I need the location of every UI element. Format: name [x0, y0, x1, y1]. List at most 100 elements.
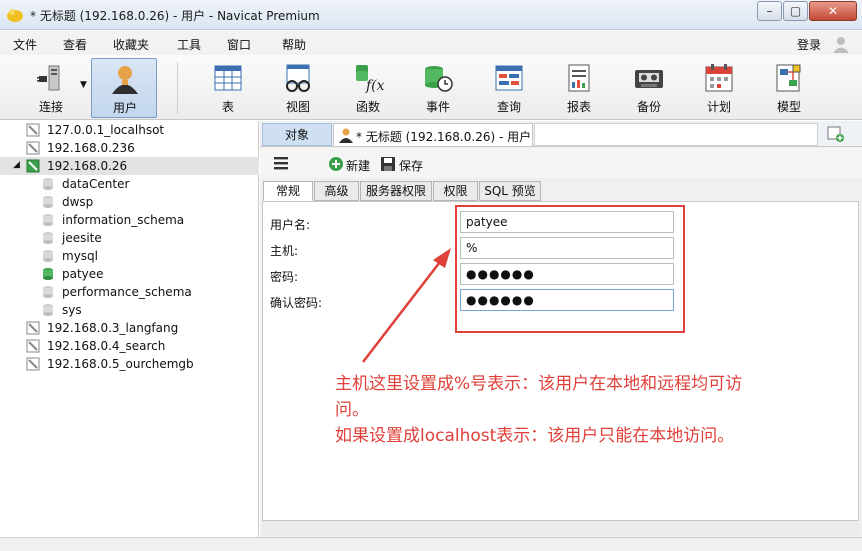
confirm-password-label: 确认密码:	[270, 296, 323, 310]
tab-general[interactable]: 常规	[263, 181, 313, 201]
user-icon	[338, 127, 354, 143]
event-clock-icon	[422, 62, 454, 94]
toolbar-user-button[interactable]: 用户	[91, 58, 157, 118]
toolbar-query-button[interactable]: 查询	[476, 58, 542, 118]
toolbar-label: 事件	[425, 100, 450, 114]
add-icon	[328, 156, 344, 172]
toolbar-separator	[177, 62, 178, 114]
connection-plug-icon	[35, 62, 67, 94]
toolbar-report-button[interactable]: 报表	[546, 58, 612, 118]
tree-connection-192-168-0-5[interactable]: 192.168.0.5_ourchemgb	[0, 355, 259, 373]
new-tab-icon[interactable]	[827, 125, 845, 143]
toolbar-label: 表	[221, 100, 234, 114]
toolbar-model-button[interactable]: 模型	[756, 58, 822, 118]
annotation-line-2: 问。	[335, 400, 369, 420]
toolbar-label: 函数	[355, 100, 380, 114]
menu-help[interactable]: 帮助	[282, 36, 306, 53]
toolbar-function-button[interactable]: f(x) 函数	[335, 58, 401, 118]
tree-database-item[interactable]: information_schema	[0, 211, 259, 229]
toolbar-label: 报表	[566, 100, 591, 114]
connection-icon	[26, 357, 40, 371]
connection-icon	[26, 123, 40, 137]
database-icon	[41, 285, 55, 299]
username-label: 用户名:	[270, 218, 311, 232]
restore-icon[interactable]: ▢	[783, 1, 808, 21]
annotation-arrow	[362, 248, 451, 363]
close-icon[interactable]: ✕	[809, 1, 857, 21]
schedule-calendar-icon	[703, 62, 735, 94]
editor-status-area	[262, 521, 859, 535]
user-icon	[109, 63, 141, 95]
database-active-icon	[41, 267, 55, 281]
tree-database-item[interactable]: sys	[0, 301, 259, 319]
tab-privileges[interactable]: 权限	[433, 181, 478, 201]
database-icon	[41, 303, 55, 317]
toolbar-event-button[interactable]: 事件	[405, 58, 471, 118]
tab-objects[interactable]: 对象	[262, 123, 332, 146]
tree-database-item[interactable]: jeesite	[0, 229, 259, 247]
database-icon	[41, 177, 55, 191]
toolbar-view-button[interactable]: 视图	[265, 58, 331, 118]
toolbar-label: 连接	[38, 100, 63, 114]
tree-expand-arrow-icon[interactable]: ◢	[13, 160, 20, 170]
tree-database-item[interactable]: mysql	[0, 247, 259, 265]
tab-server-privileges[interactable]: 服务器权限	[360, 181, 432, 201]
menu-tools[interactable]: 工具	[177, 36, 201, 53]
tab-advanced[interactable]: 高级	[314, 181, 359, 201]
toolbar-label: 视图	[285, 100, 310, 114]
database-icon	[41, 213, 55, 227]
tree-connection-127-0-0-1[interactable]: 127.0.0.1_localhsot	[0, 121, 259, 139]
report-icon	[563, 62, 595, 94]
table-icon	[212, 62, 244, 94]
highlight-box	[455, 205, 685, 333]
window-title: * 无标题 (192.168.0.26) - 用户 - Navicat Prem…	[30, 9, 320, 23]
tab-user-editor[interactable]: * 无标题 (192.168.0.26) - 用户	[333, 123, 533, 146]
toolbar-label: 查询	[496, 100, 521, 114]
tree-database-item-active[interactable]: patyee	[0, 265, 259, 283]
tree-connection-192-168-0-3[interactable]: 192.168.0.3_langfang	[0, 319, 259, 337]
toolbar-label: 备份	[636, 100, 661, 114]
hamburger-menu-icon[interactable]	[272, 154, 290, 172]
tree-connection-192-168-0-26[interactable]: ◢ 192.168.0.26	[0, 157, 259, 175]
model-icon	[773, 62, 805, 94]
tree-database-item[interactable]: performance_schema	[0, 283, 259, 301]
menu-file[interactable]: 文件	[13, 36, 37, 53]
toolbar-label: 用户	[112, 101, 137, 115]
svg-text:f(x): f(x)	[365, 78, 384, 94]
save-disk-icon	[380, 156, 396, 172]
toolbar-schedule-button[interactable]: 计划	[686, 58, 752, 118]
tree-connection-192-168-0-236[interactable]: 192.168.0.236	[0, 139, 259, 157]
annotation-line-1: 主机这里设置成%号表示：该用户在本地和远程均可访	[335, 374, 743, 394]
minimize-icon[interactable]: –	[757, 1, 782, 21]
tree-database-item[interactable]: dwsp	[0, 193, 259, 211]
menu-window[interactable]: 窗口	[227, 36, 251, 53]
save-button[interactable]: 保存	[380, 155, 440, 173]
tree-connection-192-168-0-4[interactable]: 192.168.0.4_search	[0, 337, 259, 355]
host-label: 主机:	[270, 244, 299, 258]
toolbar-connection-button[interactable]: 连接	[18, 58, 84, 118]
tab-sql-preview[interactable]: SQL 预览	[479, 181, 541, 201]
backup-tape-icon	[633, 62, 665, 94]
user-avatar-icon[interactable]	[831, 34, 851, 54]
database-icon	[41, 249, 55, 263]
database-icon	[41, 195, 55, 209]
toolbar-backup-button[interactable]: 备份	[616, 58, 682, 118]
tab-empty-area	[534, 123, 818, 146]
query-icon	[493, 62, 525, 94]
toolbar-table-button[interactable]: 表	[195, 58, 261, 118]
menu-favorites[interactable]: 收藏夹	[113, 36, 149, 53]
chevron-down-icon[interactable]: ▼	[80, 80, 87, 90]
tree-database-item[interactable]: dataCenter	[0, 175, 259, 193]
connection-icon	[26, 141, 40, 155]
annotation-line-3: 如果设置成localhost表示：该用户只能在本地访问。	[335, 426, 735, 446]
connection-active-icon	[26, 159, 40, 173]
toolbar-label: 模型	[776, 100, 801, 114]
function-icon: f(x)	[352, 62, 390, 94]
login-link[interactable]: 登录	[797, 36, 821, 53]
status-bar	[0, 537, 862, 551]
password-label: 密码:	[270, 270, 299, 284]
menu-view[interactable]: 查看	[63, 36, 87, 53]
connection-icon	[26, 321, 40, 335]
view-glasses-icon	[282, 62, 314, 94]
toolbar-label: 计划	[706, 100, 731, 114]
